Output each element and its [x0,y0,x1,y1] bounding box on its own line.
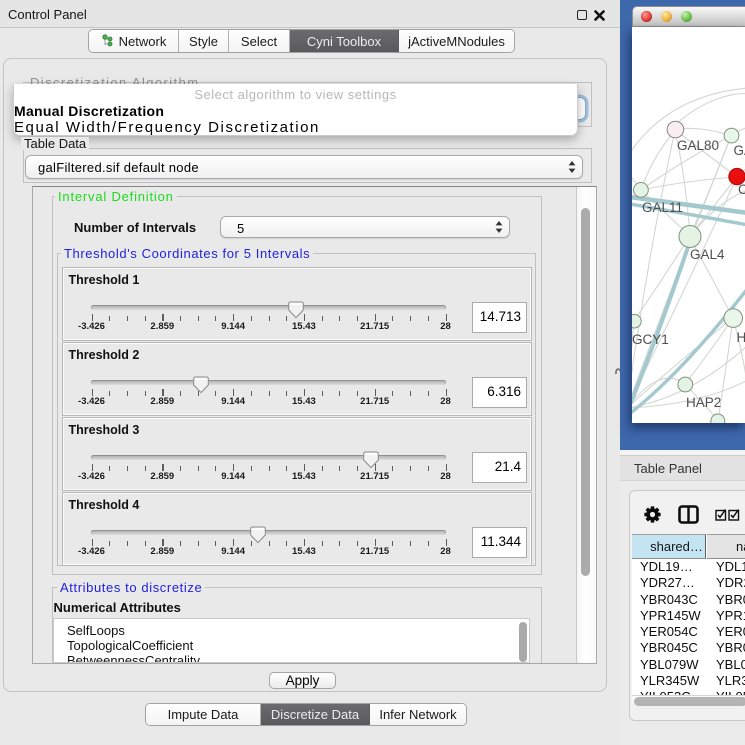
svg-text:GAL80: GAL80 [677,138,719,153]
svg-text:HAP: HAP [737,330,745,345]
svg-text:HAP2: HAP2 [686,395,721,410]
svg-text:GAL7: GAL7 [734,143,745,158]
svg-text:GAL4: GAL4 [690,247,725,262]
svg-text:CRP: CRP [738,182,745,197]
svg-text:GAL11: GAL11 [642,200,683,215]
svg-text:GCY1: GCY1 [632,332,669,347]
